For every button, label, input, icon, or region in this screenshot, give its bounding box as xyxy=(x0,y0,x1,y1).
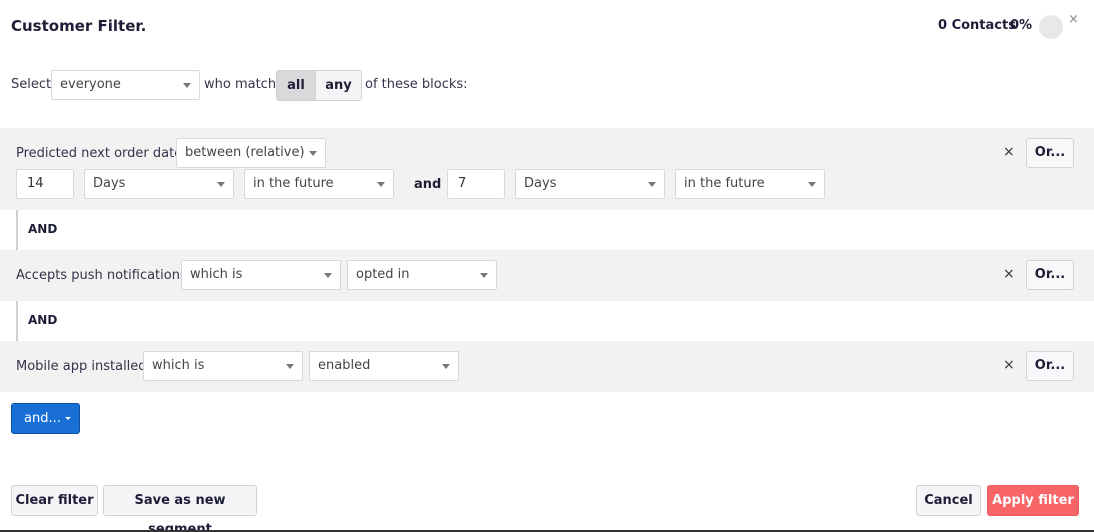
operator-select-value: which is xyxy=(152,358,205,373)
chevron-down-icon xyxy=(217,182,225,187)
operator-select[interactable]: which is xyxy=(181,260,341,290)
operator-select-value: which is xyxy=(190,267,243,282)
select-label: Select xyxy=(11,77,52,92)
connector-line xyxy=(16,301,18,341)
cancel-button[interactable]: Cancel xyxy=(916,485,981,516)
contacts-percent: 0% xyxy=(1010,18,1033,33)
to-value-input[interactable]: 7 xyxy=(447,169,505,199)
contacts-count: 0 Contacts xyxy=(938,18,1016,33)
to-unit-value: Days xyxy=(524,176,557,191)
and-connector-label: AND xyxy=(28,222,58,236)
who-match-label: who match xyxy=(204,77,277,92)
close-icon[interactable]: × xyxy=(1068,12,1079,27)
from-value-input[interactable]: 14 xyxy=(16,169,74,199)
add-block-label: and... xyxy=(24,411,61,426)
to-direction-select[interactable]: in the future xyxy=(675,169,825,199)
chevron-down-icon xyxy=(324,273,332,278)
audience-select-value: everyone xyxy=(60,77,121,92)
chevron-down-icon xyxy=(808,182,816,187)
remove-block-icon[interactable]: × xyxy=(1003,357,1015,373)
or-button[interactable]: Or... xyxy=(1026,351,1074,381)
blocks-suffix-label: of these blocks: xyxy=(365,77,468,92)
from-direction-value: in the future xyxy=(253,176,334,191)
operator-select[interactable]: between (relative) xyxy=(176,138,326,168)
value-select-value: enabled xyxy=(318,358,371,373)
and-connector-label: AND xyxy=(28,313,58,327)
chevron-down-icon xyxy=(183,83,191,88)
chevron-down-icon xyxy=(377,182,385,187)
add-block-button[interactable]: and... xyxy=(11,403,80,434)
to-unit-select[interactable]: Days xyxy=(515,169,665,199)
remove-block-icon[interactable]: × xyxy=(1003,266,1015,282)
chevron-down-icon xyxy=(442,364,450,369)
match-all-toggle[interactable]: all xyxy=(276,70,316,101)
match-any-toggle[interactable]: any xyxy=(315,70,362,101)
value-select-value: opted in xyxy=(356,267,410,282)
chevron-down-icon xyxy=(648,182,656,187)
loading-indicator xyxy=(1039,15,1063,39)
chevron-down-icon xyxy=(309,151,317,156)
from-unit-value: Days xyxy=(93,176,126,191)
from-direction-select[interactable]: in the future xyxy=(244,169,394,199)
to-direction-value: in the future xyxy=(684,176,765,191)
or-button[interactable]: Or... xyxy=(1026,260,1074,290)
operator-select-value: between (relative) xyxy=(185,145,305,160)
chevron-down-icon xyxy=(480,273,488,278)
block-field-label: Accepts push notifications xyxy=(16,268,187,283)
block-field-label: Mobile app installed xyxy=(16,359,147,374)
operator-select[interactable]: which is xyxy=(143,351,303,381)
value-select[interactable]: opted in xyxy=(347,260,497,290)
or-button[interactable]: Or... xyxy=(1026,138,1074,168)
caret-down-icon xyxy=(64,417,71,420)
save-segment-button[interactable]: Save as new segment xyxy=(103,485,257,532)
chevron-down-icon xyxy=(286,364,294,369)
from-unit-select[interactable]: Days xyxy=(84,169,234,199)
value-select[interactable]: enabled xyxy=(309,351,459,381)
audience-select[interactable]: everyone xyxy=(51,70,200,100)
connector-line xyxy=(16,210,18,250)
apply-filter-button[interactable]: Apply filter xyxy=(987,485,1079,516)
block-field-label: Predicted next order date xyxy=(16,146,183,161)
clear-filter-button[interactable]: Clear filter xyxy=(11,485,98,516)
remove-block-icon[interactable]: × xyxy=(1003,144,1015,160)
page-title: Customer Filter. xyxy=(11,17,147,35)
range-and-label: and xyxy=(414,177,442,192)
